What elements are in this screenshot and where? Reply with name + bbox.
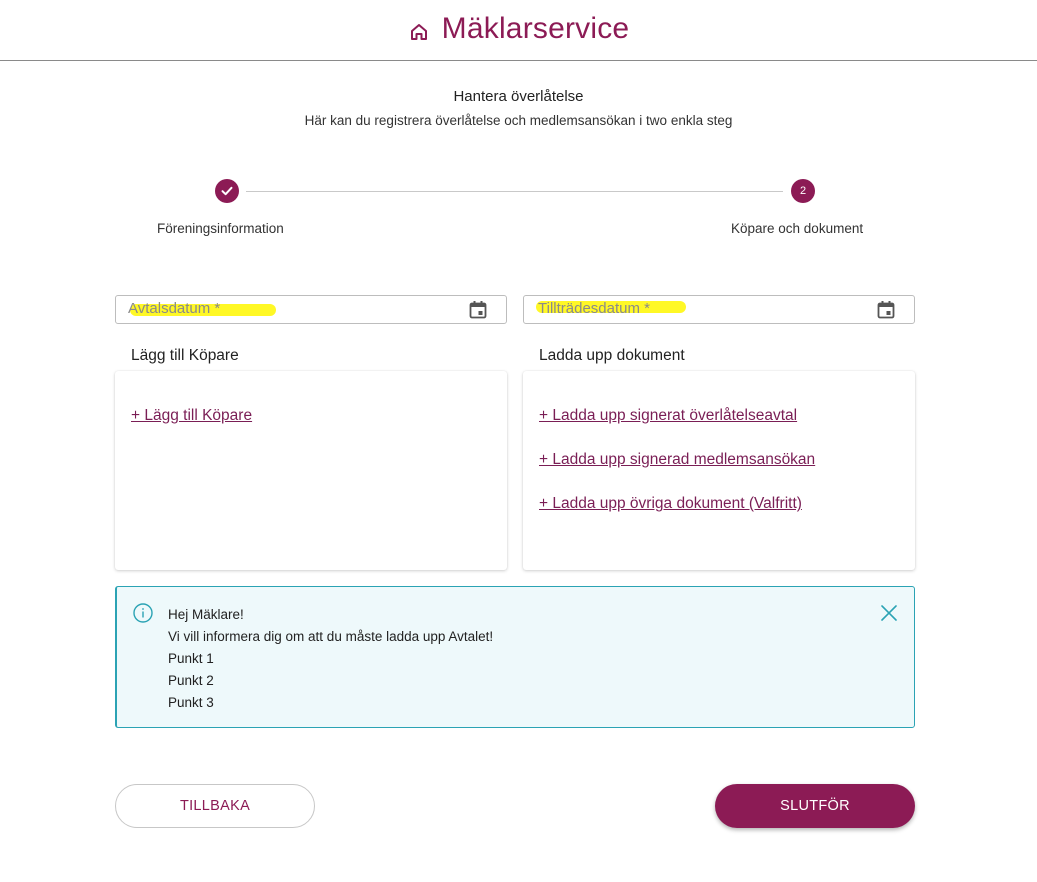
info-alert: Hej Mäklare! Vi vill informera dig om at… bbox=[115, 586, 915, 728]
step-2-marker[interactable]: 2 bbox=[791, 179, 815, 203]
info-line: Punkt 1 bbox=[168, 651, 214, 666]
calendar-icon[interactable] bbox=[876, 300, 896, 320]
app-header: Mäklarservice bbox=[0, 0, 1037, 61]
header-brand[interactable]: Mäklarservice bbox=[408, 12, 630, 46]
calendar-icon[interactable] bbox=[468, 300, 488, 320]
stepper-connector bbox=[246, 191, 783, 192]
access-date-placeholder: Tillträdesdatum * bbox=[538, 300, 650, 317]
info-icon bbox=[132, 602, 154, 624]
access-date-field[interactable]: Tillträdesdatum * bbox=[523, 295, 915, 324]
documents-card: + Ladda upp signerat överlåtelseavtal + … bbox=[523, 371, 915, 570]
step-1-completed-marker[interactable] bbox=[215, 179, 239, 203]
check-icon bbox=[221, 186, 233, 196]
info-line: Vi vill informera dig om att du måste la… bbox=[168, 629, 494, 644]
info-greeting: Hej Mäklare! bbox=[168, 607, 244, 622]
close-icon[interactable] bbox=[880, 604, 898, 622]
upload-other-documents-link[interactable]: + Ladda upp övriga dokument (Valfritt) bbox=[539, 495, 802, 513]
page-title: Hantera överlåtelse bbox=[453, 88, 584, 105]
page-subtitle: Här kan du registrera överlåtelse och me… bbox=[304, 113, 733, 128]
info-line: Punkt 3 bbox=[168, 695, 214, 710]
agreement-date-placeholder: Avtalsdatum * bbox=[128, 300, 221, 317]
info-line: Punkt 2 bbox=[168, 673, 214, 688]
upload-agreement-link[interactable]: + Ladda upp signerat överlåtelseavtal bbox=[539, 407, 797, 425]
agreement-date-field[interactable]: Avtalsdatum * bbox=[115, 295, 507, 324]
page: Mäklarservice Hantera överlåtelse Här ka… bbox=[0, 0, 1037, 882]
step-1-label[interactable]: Föreningsinformation bbox=[157, 221, 284, 236]
back-button[interactable]: TILLBAKA bbox=[115, 784, 315, 828]
app-title: Mäklarservice bbox=[441, 12, 630, 45]
step-2-label[interactable]: Köpare och dokument bbox=[731, 221, 863, 236]
home-icon[interactable] bbox=[408, 21, 430, 43]
buyers-card: + Lägg till Köpare bbox=[115, 371, 507, 570]
finish-button[interactable]: SLUTFÖR bbox=[715, 784, 915, 828]
documents-section-title: Ladda upp dokument bbox=[539, 347, 685, 364]
add-buyer-link[interactable]: + Lägg till Köpare bbox=[131, 407, 252, 425]
buyers-section-title: Lägg till Köpare bbox=[131, 347, 239, 364]
info-message: Hej Mäklare! Vi vill informera dig om at… bbox=[168, 604, 493, 714]
upload-membership-application-link[interactable]: + Ladda upp signerad medlemsansökan bbox=[539, 451, 815, 469]
